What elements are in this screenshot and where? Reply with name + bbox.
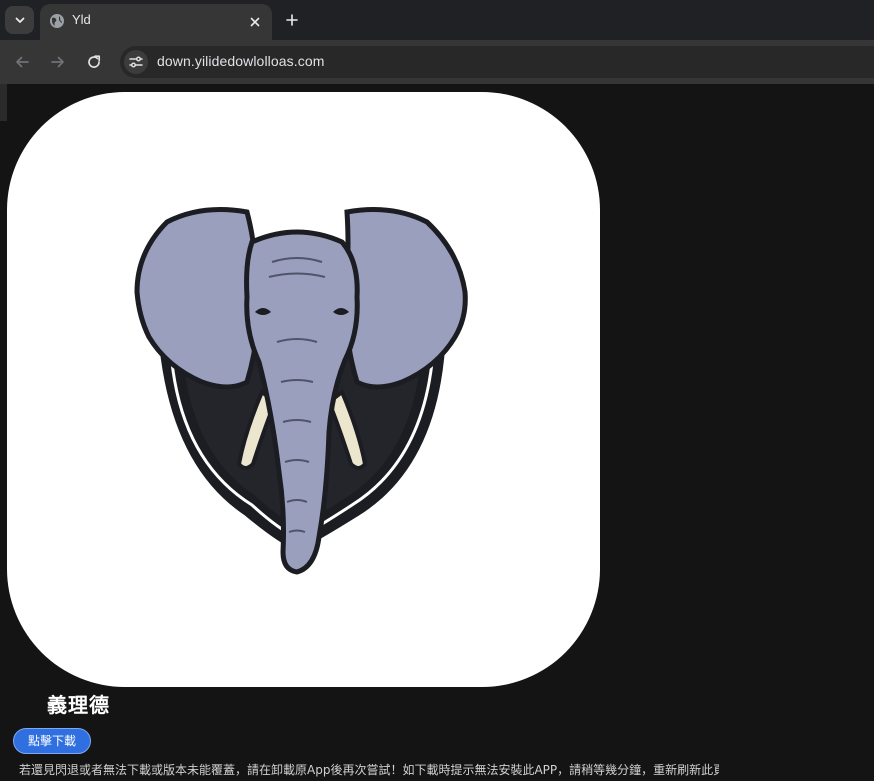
forward-button[interactable] — [47, 51, 69, 73]
close-icon — [250, 17, 260, 27]
page-viewport: 義理德 點擊下載 若還見閃退或者無法下載或版本未能覆蓋，請在卸載原App後再次嘗… — [0, 84, 874, 781]
tab-close-button[interactable] — [245, 12, 265, 32]
download-button[interactable]: 點擊下載 — [13, 728, 91, 754]
tab-strip: Yld — [0, 0, 874, 40]
url-text[interactable]: down.yilidedowlolloas.com — [157, 53, 324, 69]
tab-title: Yld — [72, 12, 91, 27]
page-edge-strip — [0, 84, 7, 121]
browser-tab[interactable]: Yld — [40, 4, 272, 40]
tune-icon — [129, 56, 143, 68]
address-bar[interactable]: down.yilidedowlolloas.com — [120, 46, 874, 78]
app-icon — [7, 92, 600, 687]
tab-list-button[interactable] — [5, 6, 34, 34]
arrow-right-icon — [51, 56, 64, 68]
download-notice: 若還見閃退或者無法下載或版本未能覆蓋，請在卸載原App後再次嘗試！如下載時提示無… — [19, 763, 719, 777]
elephant-logo — [134, 207, 468, 575]
new-tab-button[interactable] — [280, 9, 304, 31]
globe-icon — [50, 14, 64, 28]
arrow-left-icon — [16, 56, 29, 68]
plus-icon — [286, 14, 298, 26]
back-button[interactable] — [11, 51, 33, 73]
app-name: 義理德 — [47, 693, 110, 717]
chevron-down-icon — [15, 17, 24, 23]
reload-icon — [88, 55, 101, 68]
site-info-button[interactable] — [124, 50, 148, 74]
reload-button[interactable] — [83, 51, 105, 73]
browser-toolbar: down.yilidedowlolloas.com — [0, 40, 874, 84]
